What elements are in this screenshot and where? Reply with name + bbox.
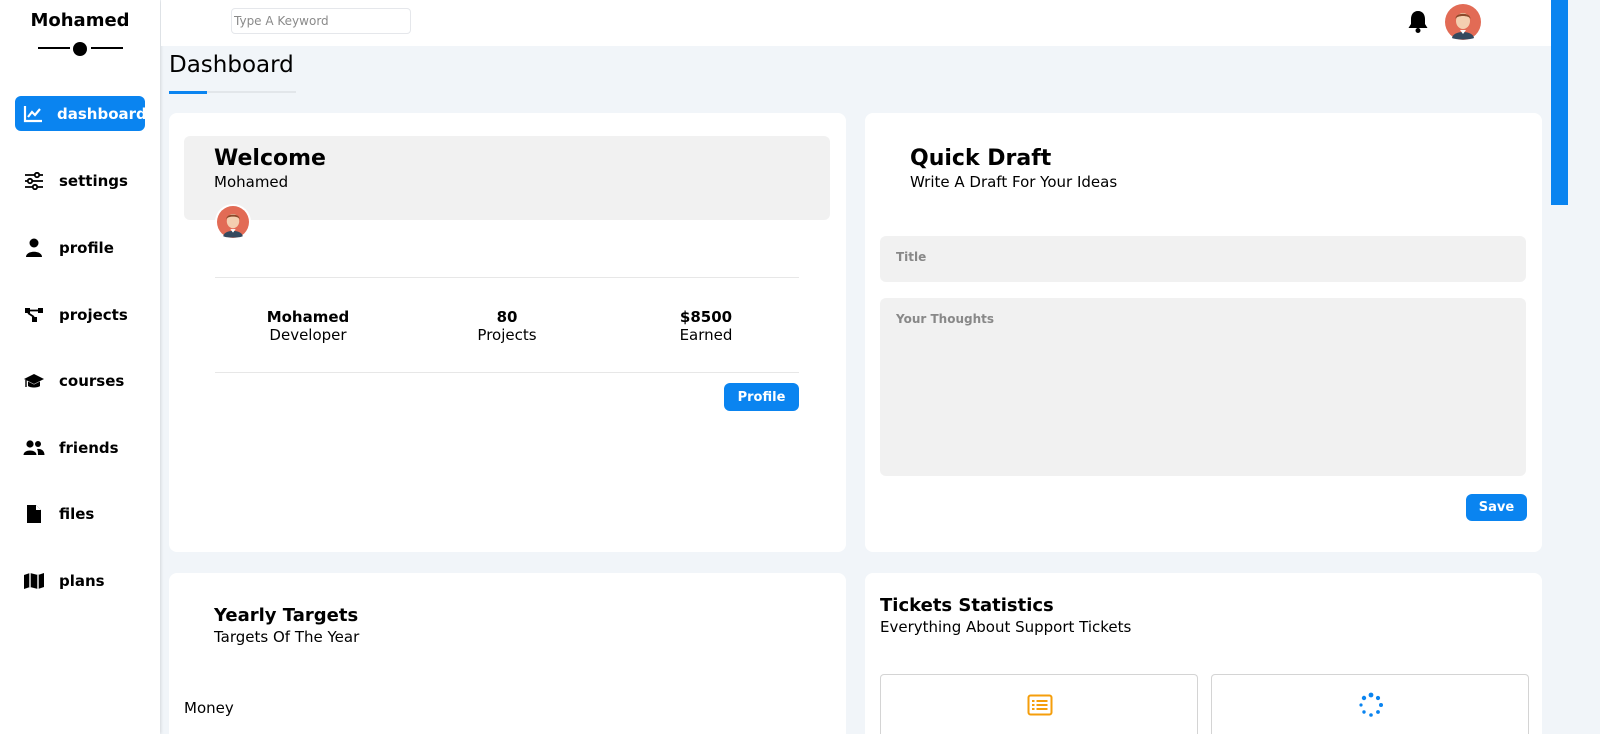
divider xyxy=(215,277,799,278)
quick-draft-card: Quick Draft Write A Draft For Your Ideas… xyxy=(865,113,1542,552)
draft-thoughts-textarea[interactable]: Your Thoughts xyxy=(880,298,1526,476)
sidebar-item-label: projects xyxy=(59,305,128,324)
sidebar-item-label: profile xyxy=(59,238,114,257)
page-title: Dashboard xyxy=(169,52,294,78)
stat-label: Projects xyxy=(477,326,537,344)
graduation-cap-icon xyxy=(23,371,45,391)
profile-button[interactable]: Profile xyxy=(724,383,799,411)
sliders-icon xyxy=(23,171,45,191)
stat-name: Mohamed Developer xyxy=(228,308,388,344)
diagram-project-icon xyxy=(23,305,45,325)
stat-projects: 80 Projects xyxy=(427,308,587,344)
target-label-money: Money xyxy=(184,699,234,717)
stat-value: $8500 xyxy=(679,308,733,326)
sidebar: Mohamed dashboard settings profile proje… xyxy=(0,0,160,734)
title-underline-accent xyxy=(169,91,207,94)
yearly-targets-title: Yearly Targets xyxy=(214,605,359,626)
sidebar-item-label: dashboard xyxy=(57,104,147,123)
sidebar-item-settings[interactable]: settings xyxy=(15,163,145,198)
sidebar-item-friends[interactable]: friends xyxy=(15,430,145,465)
tickets-subtitle: Everything About Support Tickets xyxy=(880,618,1132,636)
welcome-title: Welcome xyxy=(214,146,326,171)
user-avatar-icon[interactable] xyxy=(1445,4,1481,40)
stat-earned: $8500 Earned xyxy=(626,308,786,344)
stat-value: Mohamed xyxy=(266,308,350,326)
scrollbar-thumb[interactable] xyxy=(1551,0,1568,205)
sidebar-item-courses[interactable]: courses xyxy=(15,363,145,398)
sidebar-item-label: plans xyxy=(59,571,105,590)
yearly-targets-card: Yearly Targets Targets Of The Year Money xyxy=(169,573,846,734)
yearly-targets-subtitle: Targets Of The Year xyxy=(214,628,360,646)
quick-draft-subtitle: Write A Draft For Your Ideas xyxy=(910,173,1118,191)
user-icon xyxy=(23,238,45,258)
tickets-title: Tickets Statistics xyxy=(880,595,1054,616)
ticket-stat-box xyxy=(1211,674,1529,734)
welcome-card: Welcome Mohamed Mohamed Developer 80 Pro… xyxy=(169,113,846,552)
welcome-name: Mohamed xyxy=(214,173,289,191)
brand-dot xyxy=(73,42,87,56)
top-header xyxy=(161,0,1551,46)
brand-name: Mohamed xyxy=(30,10,130,31)
sidebar-item-label: friends xyxy=(59,438,119,457)
spinner-icon xyxy=(1357,692,1385,717)
stat-value: 80 xyxy=(496,308,518,326)
stat-label: Earned xyxy=(679,326,733,344)
sidebar-item-label: courses xyxy=(59,371,125,390)
user-avatar-icon xyxy=(215,204,251,240)
sidebar-item-label: files xyxy=(59,504,95,523)
sidebar-item-plans[interactable]: plans xyxy=(15,563,145,598)
sidebar-item-files[interactable]: files xyxy=(15,496,145,531)
bell-icon[interactable] xyxy=(1405,8,1431,34)
brand-line-left xyxy=(38,47,70,49)
list-icon xyxy=(1026,693,1054,717)
divider xyxy=(215,372,799,373)
quick-draft-title: Quick Draft xyxy=(910,146,1052,171)
users-icon xyxy=(23,438,45,458)
file-icon xyxy=(23,504,45,524)
brand-line-right xyxy=(91,47,123,49)
chart-line-icon xyxy=(23,104,43,124)
sidebar-item-label: settings xyxy=(59,171,128,190)
draft-title-input[interactable]: Title xyxy=(880,236,1526,282)
ticket-stat-box xyxy=(880,674,1198,734)
search-input[interactable] xyxy=(231,8,411,34)
sidebar-item-dashboard[interactable]: dashboard xyxy=(15,96,147,131)
map-icon xyxy=(23,571,45,591)
tickets-statistics-card: Tickets Statistics Everything About Supp… xyxy=(865,573,1542,734)
stat-label: Developer xyxy=(269,326,347,344)
save-button[interactable]: Save xyxy=(1466,494,1527,521)
sidebar-item-profile[interactable]: profile xyxy=(15,230,145,265)
sidebar-item-projects[interactable]: projects xyxy=(15,297,145,332)
